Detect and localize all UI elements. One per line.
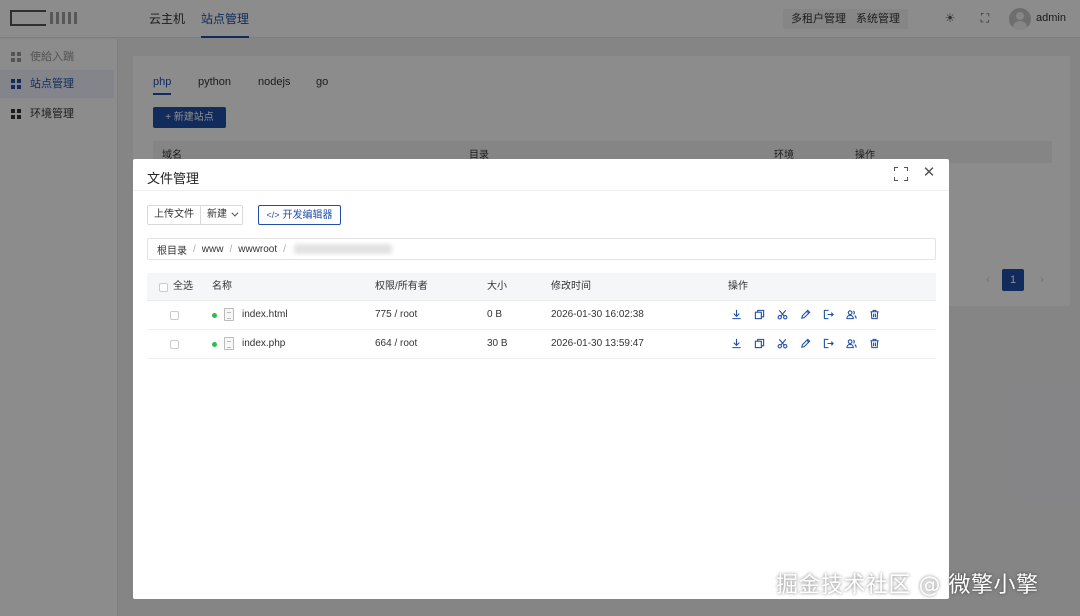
owner-icon[interactable] — [846, 309, 857, 320]
copy-icon[interactable] — [754, 309, 765, 320]
chevron-down-icon — [231, 209, 239, 217]
modal-title: 文件管理 — [147, 171, 200, 186]
col-modified: 修改时间 — [551, 281, 591, 292]
delete-icon[interactable] — [869, 338, 880, 349]
new-dropdown[interactable]: 新建 — [200, 206, 242, 224]
breadcrumb-redacted-segment[interactable] — [293, 244, 392, 254]
edit-icon[interactable] — [800, 309, 811, 320]
file-size: 30 B — [487, 338, 508, 349]
maximize-icon[interactable] — [893, 166, 909, 182]
file-name[interactable]: index.php — [242, 330, 285, 358]
breadcrumb-separator: / — [193, 243, 196, 255]
col-name: 名称 — [212, 281, 232, 292]
delete-icon[interactable] — [869, 309, 880, 320]
breadcrumb: 根目录 / www / wwwroot / — [147, 238, 936, 260]
col-size: 大小 — [487, 281, 507, 292]
modal-header: 文件管理 ✕ — [133, 159, 949, 191]
file-manager-modal: 文件管理 ✕ 上传文件 新建 </> 开发编辑器 根目录 / www / wwwr… — [133, 159, 949, 599]
col-permission: 权限/所有者 — [375, 281, 428, 292]
breadcrumb-root[interactable]: 根目录 — [157, 242, 187, 257]
file-icon — [224, 308, 234, 321]
new-dropdown-label: 新建 — [207, 209, 227, 220]
file-permission[interactable]: 775 / root — [375, 301, 417, 329]
download-icon[interactable] — [731, 338, 742, 349]
cut-icon[interactable] — [777, 338, 788, 349]
download-icon[interactable] — [731, 309, 742, 320]
select-all-label: 全选 — [173, 281, 193, 292]
file-toolbar: 上传文件 新建 — [147, 205, 243, 225]
copy-icon[interactable] — [754, 338, 765, 349]
file-size: 0 B — [487, 309, 503, 320]
breadcrumb-www[interactable]: www — [202, 244, 224, 255]
breadcrumb-separator: / — [283, 243, 286, 255]
cut-icon[interactable] — [777, 309, 788, 320]
row-checkbox[interactable] — [170, 340, 179, 349]
move-icon[interactable] — [823, 338, 834, 349]
file-table-header: 全选 名称 权限/所有者 大小 修改时间 操作 — [147, 273, 936, 301]
status-dot — [212, 342, 217, 347]
edit-icon[interactable] — [800, 338, 811, 349]
table-row[interactable]: index.html 775 / root 0 B 2026-01-30 16:… — [147, 301, 936, 330]
breadcrumb-separator: / — [229, 243, 233, 255]
close-icon[interactable]: ✕ — [921, 165, 937, 181]
file-name[interactable]: index.html — [242, 301, 288, 329]
file-modified: 2026-01-30 13:59:47 — [551, 338, 644, 349]
open-editor-button[interactable]: </> 开发编辑器 — [258, 205, 341, 225]
select-all-checkbox[interactable] — [159, 283, 168, 292]
upload-file-button[interactable]: 上传文件 — [148, 206, 200, 224]
table-row[interactable]: index.php 664 / root 30 B 2026-01-30 13:… — [147, 330, 936, 359]
breadcrumb-wwwroot[interactable]: wwwroot — [238, 244, 277, 255]
file-modified: 2026-01-30 16:02:38 — [551, 309, 644, 320]
watermark: 掘金技术社区 @ 微擎小擎 — [776, 573, 1039, 598]
code-icon: </> — [266, 210, 280, 220]
file-icon — [224, 337, 234, 350]
file-permission[interactable]: 664 / root — [375, 330, 417, 358]
col-actions: 操作 — [728, 281, 748, 292]
open-editor-label: 开发编辑器 — [282, 210, 333, 221]
status-dot — [212, 313, 217, 318]
row-checkbox[interactable] — [170, 311, 179, 320]
move-icon[interactable] — [823, 309, 834, 320]
owner-icon[interactable] — [846, 338, 857, 349]
file-table: 全选 名称 权限/所有者 大小 修改时间 操作 index.html 775 /… — [147, 273, 936, 359]
